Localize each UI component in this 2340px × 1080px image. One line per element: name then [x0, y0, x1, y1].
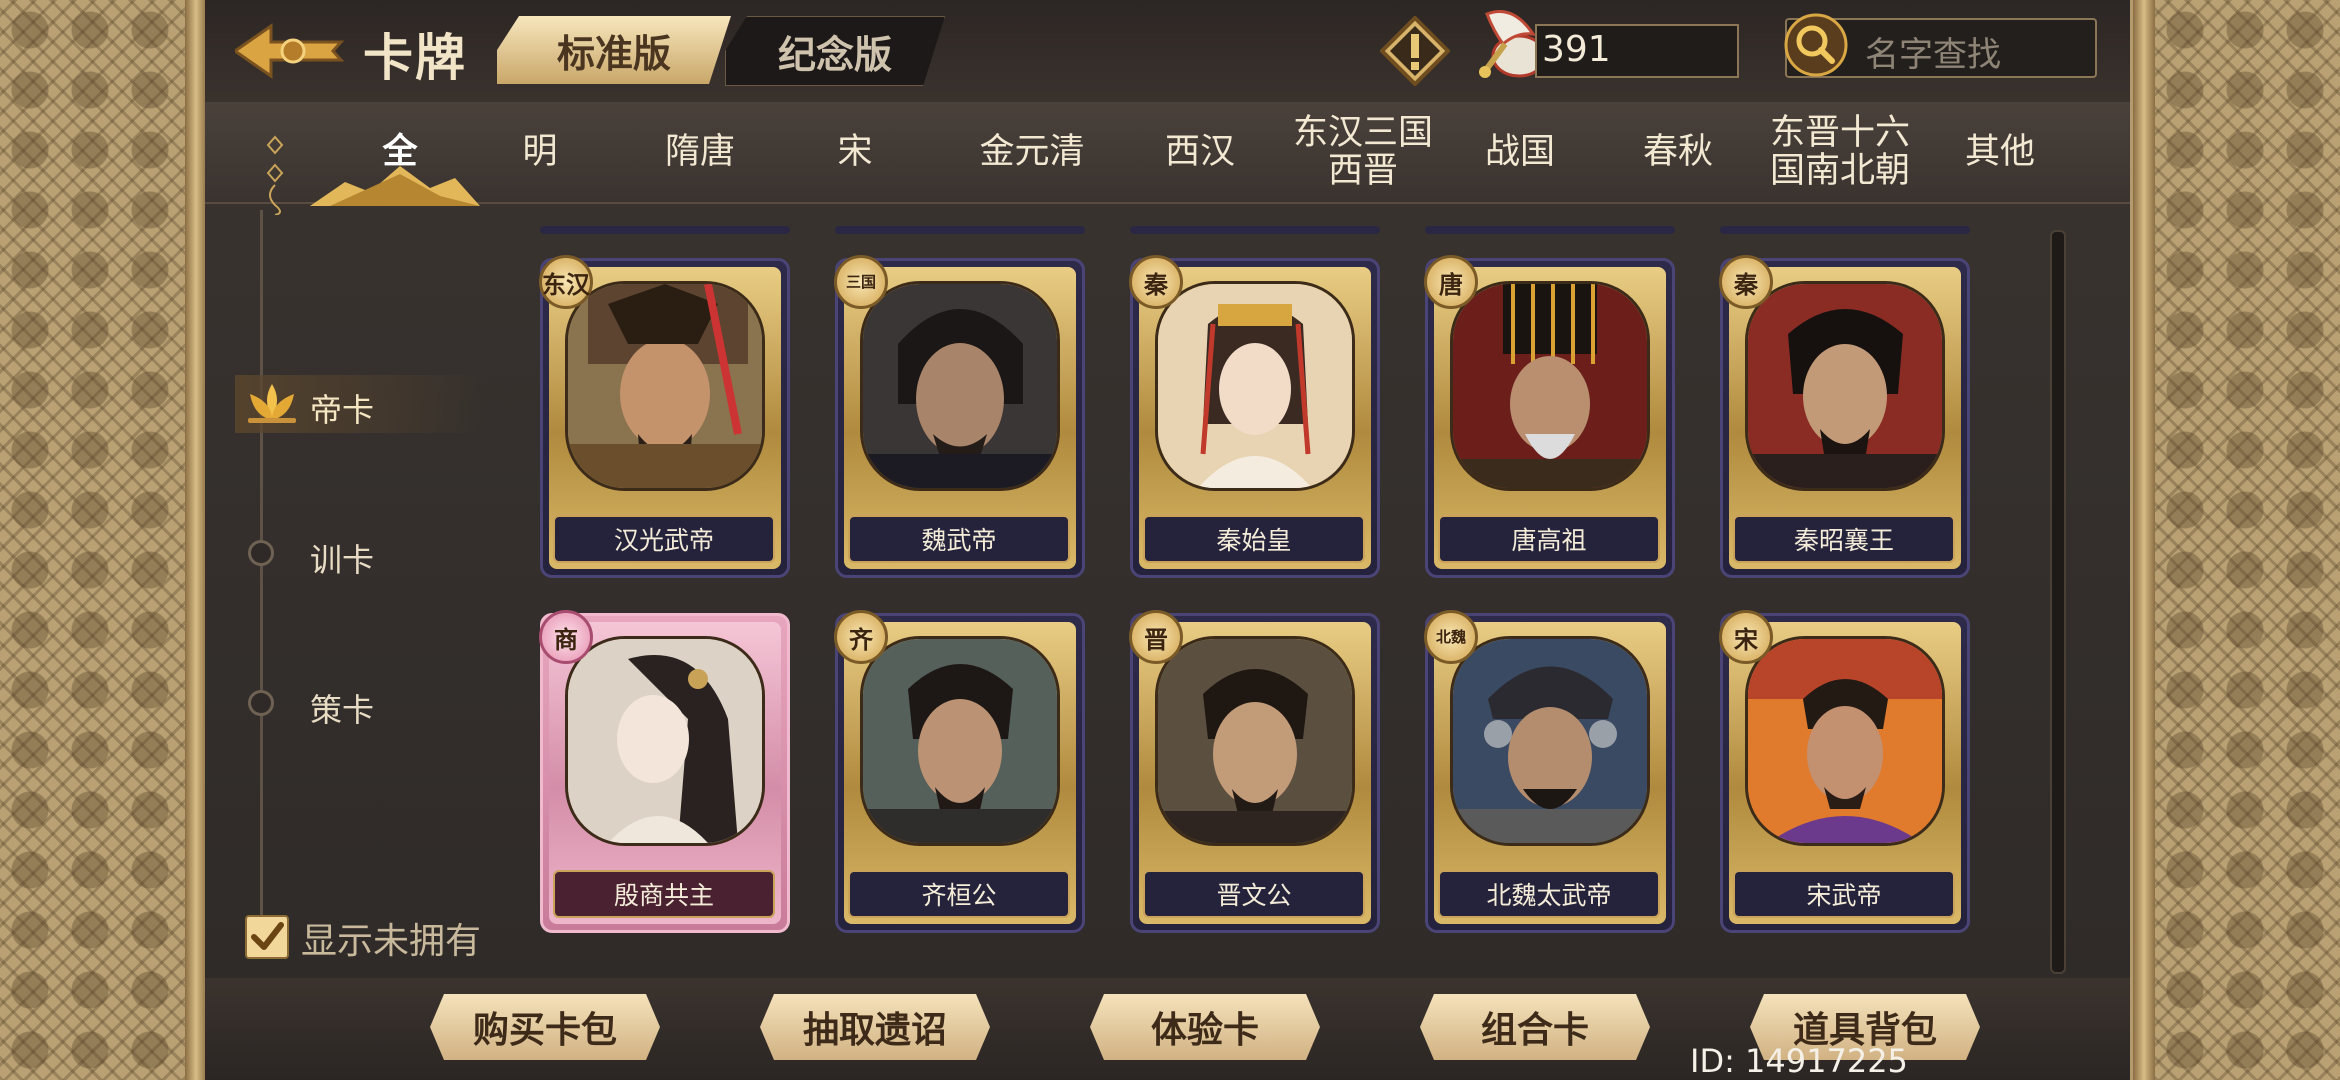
card-name: 汉光武帝	[553, 515, 775, 563]
card-row-peek	[1130, 226, 1380, 234]
era-badge: 北魏	[1424, 610, 1478, 664]
era-tab-line1: 东晋十六	[1769, 113, 1910, 153]
card-name: 齐桓公	[848, 870, 1070, 918]
edition-tabs: 标准版 纪念版	[497, 16, 945, 84]
card-name: 秦始皇	[1143, 515, 1365, 563]
checkmark-icon	[251, 922, 284, 950]
era-tab-other[interactable]: 其他	[1955, 102, 2045, 202]
era-tab-line1: 东汉三国	[1292, 113, 1433, 153]
card-qinzhaoxiangwang[interactable]: 秦 秦昭襄王	[1719, 255, 1970, 578]
lotus-icon	[248, 384, 296, 423]
era-badge: 齐	[834, 610, 888, 664]
era-badge: 秦	[1129, 255, 1183, 309]
category-emperor-card[interactable]: 帝卡	[310, 385, 374, 431]
era-badge: 秦	[1719, 255, 1773, 309]
page-title: 卡牌	[363, 29, 467, 87]
card-beiweitaiwudi[interactable]: 北魏 北魏太武帝	[1424, 610, 1675, 933]
card-grid: 东汉 汉光武帝 三国 魏武帝 秦 秦始皇 唐 唐高祖 秦 秦昭襄王 商 殷商共主…	[539, 255, 1970, 978]
card-jinwengong[interactable]: 晋 晋文公	[1129, 610, 1380, 933]
era-filter-bar: 全 明 隋唐 宋 金元清 西汉 东汉三国 西晋 战国 春秋 东晋十六 国南北朝 其他	[205, 102, 2130, 206]
era-badge: 宋	[1719, 610, 1773, 664]
era-tab-ming[interactable]: 明	[505, 102, 575, 202]
card-weiwudi[interactable]: 三国 魏武帝	[834, 255, 1085, 578]
card-qinshihuang[interactable]: 秦 秦始皇	[1129, 255, 1380, 578]
portrait-image	[1745, 636, 1945, 846]
search-icon[interactable]	[1783, 12, 1849, 78]
era-tab-zhanguo[interactable]: 战国	[1475, 102, 1565, 202]
buy-card-pack-button[interactable]: 购买卡包	[430, 994, 660, 1060]
card-qihuangong[interactable]: 齐 齐桓公	[834, 610, 1085, 933]
trial-card-button[interactable]: 体验卡	[1090, 994, 1320, 1060]
card-collection-window: 卡牌 标准版 纪念版 391 名字查找 全 明 隋唐 宋 金元清 西汉 东汉三国…	[205, 0, 2130, 1080]
portrait-image	[1155, 636, 1355, 846]
card-row-peek	[1425, 226, 1675, 234]
card-songwudi[interactable]: 宋 宋武帝	[1719, 610, 1970, 933]
card-hanguangwudi[interactable]: 东汉 汉光武帝	[539, 255, 790, 578]
combo-card-button[interactable]: 组合卡	[1420, 994, 1650, 1060]
category-dot	[248, 540, 274, 566]
tab-commemorative-edition[interactable]: 纪念版	[725, 16, 945, 86]
card-name: 晋文公	[1143, 870, 1365, 918]
currency-value: 391	[1542, 29, 1611, 70]
era-tab-song[interactable]: 宋	[825, 102, 885, 202]
portrait-image	[860, 281, 1060, 491]
era-tab-chunqiu[interactable]: 春秋	[1633, 102, 1723, 202]
ornament-icon	[266, 135, 284, 215]
portrait-image	[1450, 636, 1650, 846]
portrait-image	[1450, 281, 1650, 491]
era-badge: 晋	[1129, 610, 1183, 664]
draw-edict-button[interactable]: 抽取遗诏	[760, 994, 990, 1060]
era-tab-line2: 西晋	[1327, 151, 1398, 191]
era-tab-jinyuanqing[interactable]: 金元清	[967, 102, 1097, 202]
card-name: 唐高祖	[1438, 515, 1660, 563]
tab-standard-edition[interactable]: 标准版	[497, 16, 731, 84]
card-name: 秦昭襄王	[1733, 515, 1955, 563]
portrait-image	[1155, 281, 1355, 491]
search-placeholder: 名字查找	[1865, 35, 2001, 75]
player-id: ID: 14917225	[1690, 1042, 1908, 1080]
era-tab-line2: 国南北朝	[1769, 151, 1910, 191]
card-name: 宋武帝	[1733, 870, 1955, 918]
top-bar: 卡牌 标准版 纪念版 391 名字查找	[205, 0, 2130, 102]
category-training-card[interactable]: 训卡	[310, 535, 374, 581]
right-border	[2133, 0, 2155, 1080]
show-unowned-label: 显示未拥有	[301, 921, 482, 962]
back-arrow-icon[interactable]	[235, 22, 345, 80]
era-tab-all[interactable]: 全	[355, 102, 445, 202]
category-timeline	[260, 210, 263, 950]
card-row-peek	[540, 226, 790, 234]
era-badge: 商	[539, 610, 593, 664]
card-row-peek	[1720, 226, 1970, 234]
card-list-scrollbar[interactable]	[2050, 230, 2066, 974]
portrait-image	[1745, 281, 1945, 491]
left-decorative-panel	[0, 0, 185, 1080]
category-dot	[248, 690, 274, 716]
portrait-image	[860, 636, 1060, 846]
warning-icon[interactable]	[1380, 16, 1450, 86]
era-tab-suitang[interactable]: 隋唐	[645, 102, 755, 202]
card-name: 北魏太武帝	[1438, 870, 1660, 918]
show-unowned-checkbox[interactable]	[245, 915, 289, 959]
left-border	[185, 0, 207, 1080]
card-name: 魏武帝	[848, 515, 1070, 563]
card-tanggaozu[interactable]: 唐 唐高祖	[1424, 255, 1675, 578]
category-strategy-card[interactable]: 策卡	[310, 685, 374, 731]
card-yinshanggongzhu[interactable]: 商 殷商共主	[539, 610, 790, 933]
card-row-peek	[835, 226, 1085, 234]
portrait-image	[565, 281, 765, 491]
card-name: 殷商共主	[553, 870, 775, 918]
era-tab-donghan-sanguo-xijin[interactable]: 东汉三国 西晋	[1283, 102, 1443, 202]
era-badge: 唐	[1424, 255, 1478, 309]
era-badge: 三国	[834, 255, 888, 309]
era-badge: 东汉	[539, 255, 593, 309]
era-tab-dongjin-nanbeichao[interactable]: 东晋十六 国南北朝	[1760, 102, 1920, 202]
portrait-image	[565, 636, 765, 846]
era-tab-xihan[interactable]: 西汉	[1155, 102, 1245, 202]
right-decorative-panel	[2155, 0, 2340, 1080]
